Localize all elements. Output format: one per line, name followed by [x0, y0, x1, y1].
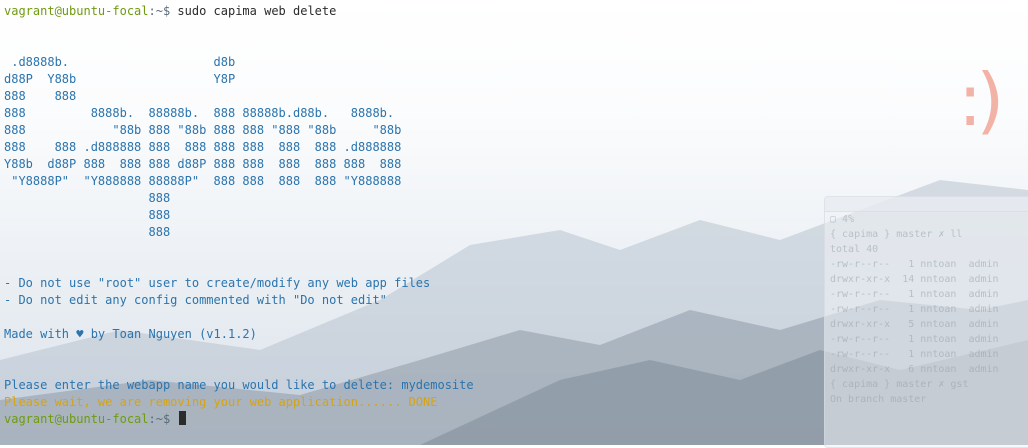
- ascii-art-line: [4, 37, 1024, 54]
- ascii-art-line: 888: [4, 225, 171, 239]
- ascii-art-line: 888 8888b. 88888b. 888 88888b.d88b. 8888…: [4, 106, 395, 120]
- ascii-art-line: 888: [4, 191, 171, 205]
- text-cursor[interactable]: [179, 411, 187, 425]
- prompt-path: :~$: [148, 412, 171, 426]
- terminal-window[interactable]: vagrant@ubuntu-focal:~$ sudo capima web …: [0, 0, 1028, 445]
- made-with-line: Made with ♥ by Toan Nguyen (v1.1.2): [4, 327, 257, 341]
- prompt-line: vagrant@ubuntu-focal:~$ sudo capima web …: [4, 3, 1024, 20]
- ascii-art-line: [4, 20, 1024, 37]
- progress-status: Please wait, we are removing your web ap…: [4, 395, 438, 409]
- prompt-user-host: vagrant@ubuntu-focal: [4, 412, 149, 426]
- ascii-art-line: [4, 258, 1024, 275]
- active-prompt-line[interactable]: vagrant@ubuntu-focal:~$: [4, 411, 1024, 428]
- command-text: sudo capima web delete: [170, 4, 337, 18]
- ascii-art-line: "Y8888P" "Y888888 88888P" 888 888 888 88…: [4, 174, 402, 188]
- ascii-art-line: 888 "88b 888 "88b 888 888 "888 "88b "88b: [4, 123, 402, 137]
- note-line: - Do not use "root" user to create/modif…: [4, 276, 431, 290]
- ascii-art-line: [4, 241, 1024, 258]
- delete-question: Please enter the webapp name you would l…: [4, 378, 474, 392]
- ascii-art-line: .d8888b. d8b: [4, 55, 236, 69]
- prompt-user-host: vagrant@ubuntu-focal: [4, 4, 149, 18]
- ascii-art-line: 888 888 .d888888 888 888 888 888 888 888…: [4, 140, 402, 154]
- ascii-art-line: 888: [4, 208, 171, 222]
- ascii-art-line: d88P Y88b Y8P: [4, 72, 236, 86]
- ascii-art-line: Y88b d88P 888 888 888 d88P 888 888 888 8…: [4, 157, 402, 171]
- prompt-path: :~$: [148, 4, 171, 18]
- note-line: - Do not edit any config commented with …: [4, 293, 387, 307]
- capima-ascii-logo: .d8888b. d8b d88P Y88b Y8P 888 888 888 8888…: [4, 20, 1024, 275]
- ascii-art-line: 888 888: [4, 89, 77, 103]
